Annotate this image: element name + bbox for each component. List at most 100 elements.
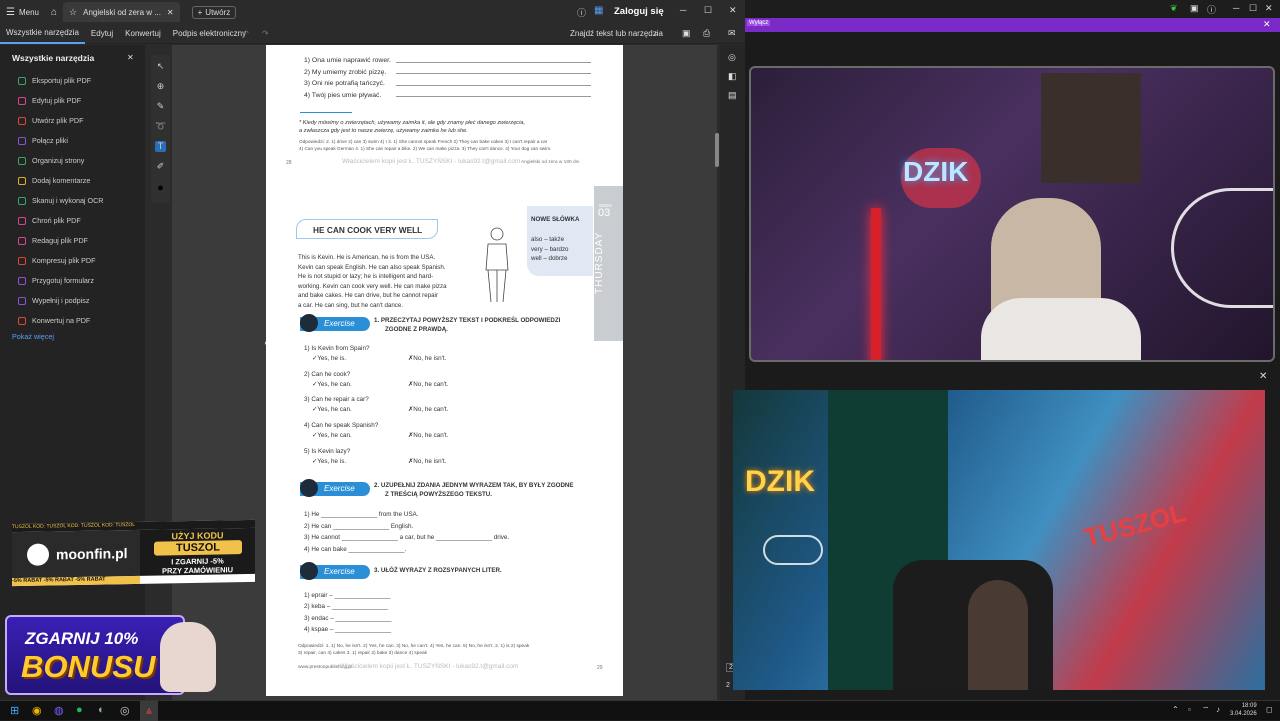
red-light [871, 208, 881, 360]
tool-item[interactable]: Organizuj strony [18, 156, 84, 165]
moonfin-banner: TUSZOL KOD: TUSZOL KOD: TUSZOL KOD: TUSZ… [12, 519, 255, 587]
save-icon[interactable]: ▣ [1190, 3, 1199, 14]
notification-icon[interactable]: ◻ [1266, 705, 1273, 714]
windows-start-icon[interactable]: ⊞ [10, 704, 19, 717]
browser-topbar: ❦ ▣ ⓘ ─ ☐ ✕ [745, 0, 1280, 18]
color-dot-icon[interactable]: ● [155, 183, 166, 194]
volume-icon[interactable]: ♪ [1216, 705, 1220, 714]
minimize-icon[interactable]: ─ [680, 5, 686, 15]
tool-icon [18, 76, 26, 85]
tool-item[interactable]: Wypełnij i podpisz [18, 296, 89, 305]
document-tab[interactable]: ☆ Angielski od zera w ... ✕ [63, 2, 180, 22]
tool-item[interactable]: Eksportuj plik PDF [18, 76, 91, 85]
answer-no[interactable]: ✗No, he isn't. [408, 457, 446, 467]
close-window-icon[interactable]: ✕ [729, 5, 737, 16]
star-icon[interactable]: ☆ [69, 7, 77, 18]
menu-button[interactable]: ☰ Menu [0, 7, 45, 18]
tool-item[interactable]: Utwórz plik PDF [18, 116, 84, 125]
menu-all-tools[interactable]: Wszystkie narzędzia [0, 24, 85, 44]
tool-icon [18, 296, 26, 305]
pen-icon[interactable]: ✎ [155, 101, 166, 112]
week-number: 03 [598, 207, 611, 219]
clock[interactable]: 18:09 3.04.2026 [1230, 702, 1257, 718]
help-icon[interactable]: ⓘ [577, 6, 586, 19]
login-link[interactable]: Zaloguj się [614, 6, 664, 17]
close-tab-icon[interactable]: ✕ [167, 8, 174, 17]
pages-icon[interactable]: ▤ [728, 90, 737, 101]
page-count-badge[interactable]: 2 [726, 682, 730, 689]
tool-icon [18, 316, 26, 325]
answer-yes[interactable]: ✓Yes, he can. [312, 380, 352, 390]
text-select-icon[interactable]: T [155, 141, 166, 152]
stamp-icon[interactable]: ✐ [155, 161, 166, 172]
redo-icon[interactable]: ↷ [262, 29, 269, 38]
acrobat-taskbar-icon[interactable]: ⩓ [140, 701, 158, 721]
tool-item[interactable]: Edytuj plik PDF [18, 96, 81, 105]
mail-icon[interactable]: ✉ [728, 28, 736, 39]
search-icon[interactable]: ⌕ [654, 28, 659, 39]
webcam-feed-bottom: DZIK TUSZOL [733, 390, 1265, 690]
answer-no[interactable]: ✗No, he can't. [408, 431, 448, 441]
new-button[interactable]: + Utwórz [191, 5, 237, 19]
ai-assistant-icon[interactable]: ◎ [728, 52, 736, 63]
tool-item[interactable]: Dodaj komentarze [18, 176, 90, 185]
tool-item[interactable]: Skanuj i wykonaj OCR [18, 196, 104, 205]
lasso-icon[interactable]: ➰ [155, 121, 166, 132]
disable-button[interactable]: Wyłącz [747, 20, 771, 26]
answer-line [396, 96, 591, 97]
scrollbar-thumb[interactable] [715, 133, 719, 167]
answer-no[interactable]: ✗No, he can't. [408, 380, 448, 390]
tool-icon [18, 136, 26, 145]
tray-icon[interactable]: ▫ [1188, 705, 1191, 714]
tool-label: Organizuj strony [32, 156, 85, 165]
answer-yes[interactable]: ✓Yes, he can. [312, 431, 352, 441]
note: * Kiedy mówimy o zwierzętach, używamy za… [299, 120, 526, 134]
tool-item[interactable]: Redaguj plik PDF [18, 236, 88, 245]
answer-no[interactable]: ✗No, he isn't. [408, 354, 446, 364]
undo-icon[interactable]: ↶ [242, 29, 249, 38]
question-item: 5) Is Kevin lazy? ✓Yes, he is. ✗No, he isn… [304, 447, 447, 467]
home-icon[interactable]: ⌂ [45, 7, 63, 18]
tool-item[interactable]: Konwertuj na PDF [18, 316, 90, 325]
spotify-icon[interactable]: ● [76, 704, 83, 716]
print-icon[interactable]: ⎙ [703, 28, 710, 39]
select-cursor-icon[interactable]: ↖ [155, 61, 166, 72]
tool-item[interactable]: Kompresuj plik PDF [18, 256, 96, 265]
close-icon[interactable]: ✕ [1263, 19, 1271, 30]
show-more-link[interactable]: Pokaż więcej [12, 332, 54, 341]
exercise2-title: 2. UZUPEŁNIJ ZDANIA JEDNYM WYRAZEM TAK, … [374, 482, 574, 498]
obs-icon[interactable]: ◎ [120, 704, 130, 717]
bookmark-icon[interactable]: ◧ [728, 71, 737, 82]
tool-item[interactable]: Przygotuj formularz [18, 276, 94, 285]
tray-chevron-icon[interactable]: ⌃ [1172, 705, 1179, 714]
close-icon[interactable]: ✕ [1265, 3, 1273, 14]
find-tools-label[interactable]: Znajdź tekst lub narzędzia [570, 29, 663, 38]
tool-label: Chroń plik PDF [32, 216, 81, 225]
zoom-icon[interactable]: ⊕ [155, 81, 166, 92]
menu-edit[interactable]: Edytuj [85, 29, 119, 38]
minimize-icon[interactable]: ─ [1233, 3, 1239, 13]
menu-e-sign[interactable]: Podpis elektroniczny [167, 29, 252, 38]
network-icon[interactable]: ⌔ [1202, 705, 1210, 715]
maximize-icon[interactable]: ☐ [704, 5, 712, 16]
close-icon[interactable]: ✕ [1259, 371, 1267, 382]
answer-no[interactable]: ✗No, he can't. [408, 405, 448, 415]
apps-grid-icon[interactable]: ▦ [594, 5, 603, 16]
close-panel-icon[interactable]: ✕ [127, 53, 134, 62]
help-icon[interactable]: ⓘ [1207, 3, 1216, 16]
tool-item[interactable]: Połącz pliki [18, 136, 68, 145]
menu-convert[interactable]: Konwertuj [119, 29, 167, 38]
tool-item[interactable]: Chroń plik PDF [18, 216, 81, 225]
answer-yes[interactable]: ✓Yes, he is. [312, 354, 346, 364]
save-icon[interactable]: ▣ [682, 28, 691, 39]
steam-icon[interactable]: ◐ [98, 704, 105, 716]
leaf-icon[interactable]: ❦ [1170, 3, 1178, 14]
document-canvas[interactable]: 1) Ona umie naprawić rower. 2) My umiemy… [172, 45, 717, 700]
new-button-label: Utwórz [205, 7, 231, 17]
answer-yes[interactable]: ✓Yes, he is. [312, 457, 346, 467]
discord-icon[interactable]: ◍ [54, 704, 64, 717]
maximize-icon[interactable]: ☐ [1249, 3, 1257, 14]
chrome-icon[interactable]: ◉ [32, 704, 42, 717]
answer-yes[interactable]: ✓Yes, he can. [312, 405, 352, 415]
tool-icon [18, 116, 26, 125]
